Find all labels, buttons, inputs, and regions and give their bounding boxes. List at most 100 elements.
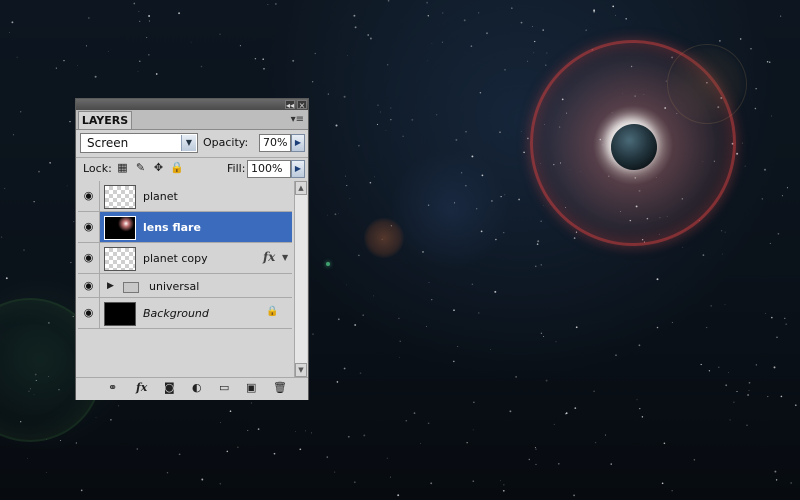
star bbox=[594, 441, 597, 444]
new-layer-icon[interactable]: ▣ bbox=[246, 381, 256, 395]
chevron-down-icon[interactable]: ▼ bbox=[181, 135, 196, 151]
star bbox=[656, 326, 659, 329]
tab-layers[interactable]: LAYERS bbox=[78, 111, 132, 129]
layer-row-planet-copy[interactable]: ◉ planet copy fx ▼ bbox=[78, 243, 292, 274]
star bbox=[719, 40, 721, 42]
new-adjustment-layer-icon[interactable]: ◐ bbox=[192, 381, 202, 395]
link-layers-icon[interactable]: ⚭ bbox=[108, 381, 117, 395]
planet-image bbox=[611, 124, 657, 170]
layer-row-universal-group[interactable]: ◉ ▶ universal bbox=[78, 274, 292, 298]
layers-toolbar: ⚭ fx ◙ ◐ ▭ ▣ 🗑 bbox=[76, 377, 308, 400]
star bbox=[748, 390, 750, 391]
star bbox=[201, 478, 204, 481]
layers-scrollbar[interactable]: ▲ ▼ bbox=[294, 181, 307, 377]
star bbox=[402, 135, 404, 138]
lock-transparent-pixels-icon[interactable]: ▦ bbox=[116, 161, 129, 174]
lock-image-pixels-icon[interactable]: ✎ bbox=[134, 161, 147, 174]
star bbox=[585, 29, 588, 32]
star bbox=[747, 394, 750, 396]
star bbox=[110, 418, 112, 421]
star bbox=[387, 0, 390, 2]
star bbox=[542, 29, 544, 31]
opacity-slider-button[interactable]: ▶ bbox=[291, 134, 305, 152]
star bbox=[766, 61, 769, 63]
blend-mode-select[interactable]: Screen ▼ bbox=[80, 133, 198, 153]
star bbox=[744, 165, 746, 167]
star bbox=[545, 379, 548, 382]
star bbox=[33, 201, 35, 203]
star bbox=[16, 56, 18, 58]
panel-title-bar[interactable]: ◂◂ × bbox=[76, 99, 308, 110]
star bbox=[724, 304, 726, 306]
star bbox=[88, 17, 90, 19]
lens-flare-dot bbox=[326, 262, 330, 266]
layer-row-planet[interactable]: ◉ planet bbox=[78, 181, 292, 212]
star bbox=[708, 370, 711, 372]
new-group-icon[interactable]: ▭ bbox=[219, 381, 229, 395]
star bbox=[363, 434, 366, 437]
add-layer-style-icon[interactable]: fx bbox=[136, 381, 147, 395]
star bbox=[166, 472, 169, 474]
star bbox=[413, 412, 416, 414]
divider bbox=[76, 157, 308, 158]
star bbox=[746, 424, 748, 427]
lock-position-icon[interactable]: ✥ bbox=[152, 161, 165, 174]
fill-label: Fill: bbox=[227, 162, 246, 175]
star bbox=[267, 4, 269, 5]
star bbox=[503, 484, 505, 486]
star bbox=[466, 442, 468, 444]
layer-thumbnail bbox=[104, 302, 136, 326]
star bbox=[66, 185, 68, 187]
layer-row-lens-flare[interactable]: ◉ lens flare bbox=[78, 212, 292, 243]
star bbox=[515, 376, 517, 378]
fx-icon[interactable]: fx bbox=[263, 250, 275, 264]
star bbox=[0, 236, 3, 238]
star bbox=[75, 442, 77, 444]
trash-icon[interactable]: 🗑 bbox=[273, 381, 287, 395]
expand-group-icon[interactable]: ▶ bbox=[107, 281, 114, 291]
layers-list: ◉ planet ◉ lens flare ◉ planet copy fx ▼… bbox=[78, 181, 292, 377]
star bbox=[427, 204, 430, 206]
layer-name: planet copy bbox=[143, 252, 208, 265]
opacity-input[interactable]: 70% bbox=[259, 134, 291, 152]
star bbox=[431, 43, 433, 44]
star bbox=[63, 60, 65, 62]
eye-icon[interactable]: ◉ bbox=[78, 212, 100, 242]
eye-icon[interactable]: ◉ bbox=[78, 243, 100, 273]
star bbox=[700, 363, 702, 366]
lock-all-icon[interactable]: 🔒 bbox=[170, 161, 184, 174]
star bbox=[390, 119, 392, 121]
star bbox=[465, 185, 467, 187]
star bbox=[490, 199, 493, 202]
star bbox=[546, 52, 548, 54]
eye-icon[interactable]: ◉ bbox=[78, 181, 100, 211]
expand-effects-icon[interactable]: ▼ bbox=[282, 253, 288, 262]
star bbox=[390, 107, 392, 109]
scroll-down-button[interactable]: ▼ bbox=[295, 363, 307, 377]
star bbox=[55, 67, 57, 69]
fill-slider-button[interactable]: ▶ bbox=[291, 160, 305, 178]
add-mask-icon[interactable]: ◙ bbox=[164, 381, 175, 395]
star bbox=[77, 65, 78, 66]
star bbox=[527, 60, 529, 62]
star bbox=[359, 372, 362, 374]
star bbox=[748, 381, 751, 384]
star bbox=[148, 54, 150, 56]
star bbox=[5, 277, 8, 280]
close-panel-button[interactable]: × bbox=[297, 100, 307, 110]
star bbox=[535, 463, 537, 465]
eye-icon[interactable]: ◉ bbox=[78, 274, 100, 297]
fill-input[interactable]: 100% bbox=[247, 160, 291, 178]
star bbox=[503, 232, 505, 234]
star bbox=[85, 45, 87, 47]
star bbox=[777, 232, 780, 235]
star bbox=[427, 60, 429, 62]
star bbox=[533, 52, 535, 54]
star bbox=[495, 238, 497, 241]
star bbox=[478, 12, 480, 14]
panel-menu-icon[interactable]: ▾≡ bbox=[291, 114, 304, 125]
eye-icon[interactable]: ◉ bbox=[78, 298, 100, 328]
layer-row-background[interactable]: ◉ Background 🔒 bbox=[78, 298, 292, 329]
collapse-panel-button[interactable]: ◂◂ bbox=[285, 100, 295, 110]
scroll-up-button[interactable]: ▲ bbox=[295, 181, 307, 195]
